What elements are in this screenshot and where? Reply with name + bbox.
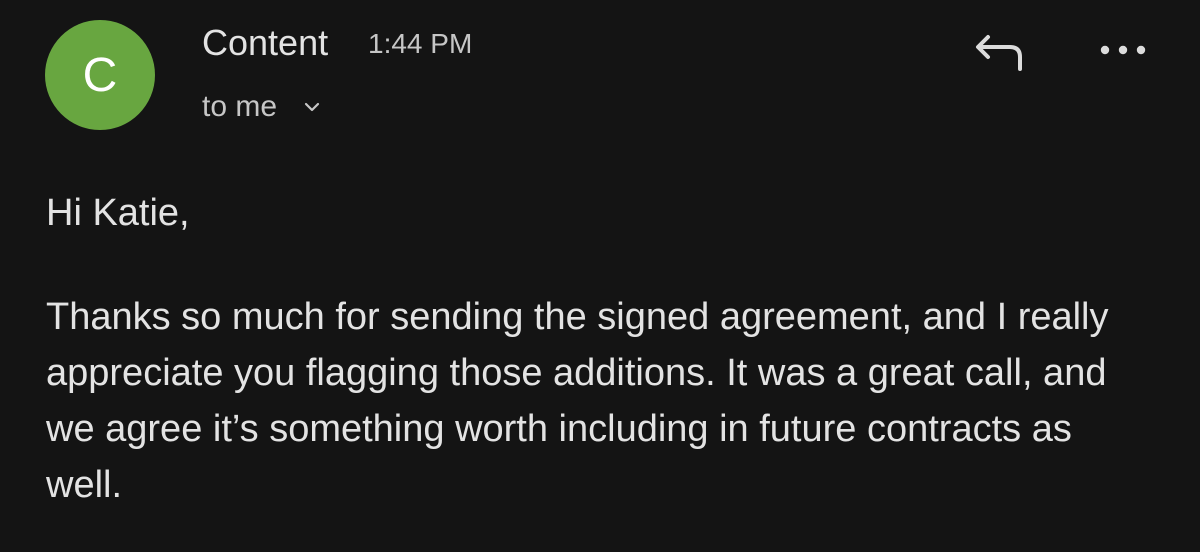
recipient-label: to me (202, 90, 278, 123)
timestamp: 1:44 PM (368, 28, 473, 59)
more-horizontal-icon (1099, 43, 1147, 61)
reply-button[interactable] (968, 28, 1032, 80)
body-paragraph: Thanks so much for sending the signed ag… (46, 296, 1109, 506)
chevron-down-icon (303, 100, 321, 118)
sender-name: Content (202, 22, 329, 63)
avatar[interactable]: C (45, 20, 155, 130)
greeting-text: Hi Katie, (46, 192, 190, 234)
email-body: Hi Katie, Thanks so much for sending the… (46, 185, 1156, 513)
reply-icon (972, 29, 1028, 80)
more-options-button[interactable] (1092, 30, 1154, 74)
avatar-letter: C (82, 48, 118, 102)
recipient-details-toggle[interactable]: to me (202, 90, 321, 124)
